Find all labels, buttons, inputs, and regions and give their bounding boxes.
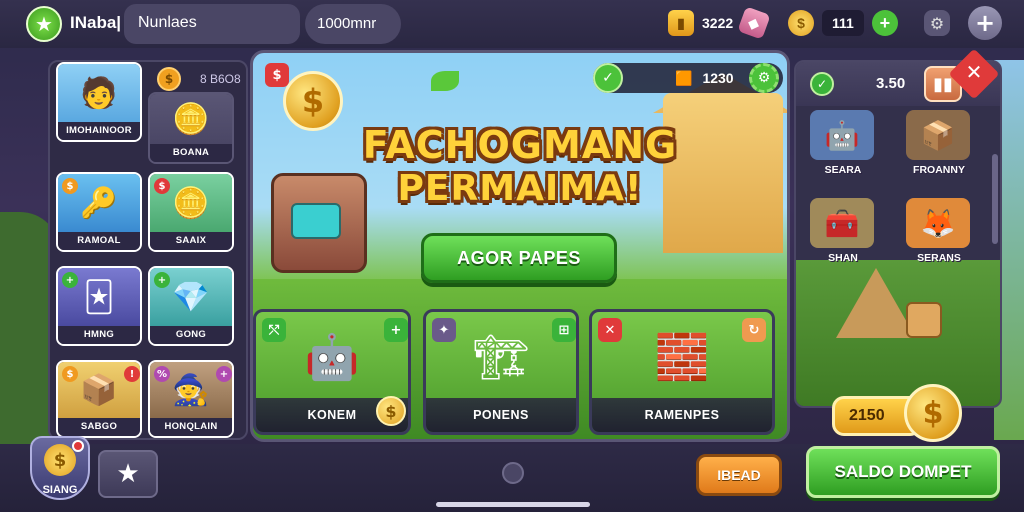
coin-count: 111: [822, 10, 864, 36]
box-illustration: [906, 302, 942, 338]
item-card-label: GONG: [150, 326, 232, 344]
coin-counter: $ 111 +: [788, 8, 898, 38]
item-card-label: SAAIX: [150, 232, 232, 250]
game-title-line-2: PERMAIMA!: [397, 168, 643, 209]
check-icon[interactable]: ✓: [810, 72, 834, 96]
star-icon[interactable]: ★: [26, 6, 62, 42]
item-card[interactable]: 🔑 $ RAMOAL: [56, 172, 142, 252]
item-card-label: HMNG: [58, 326, 140, 344]
coin-icon: $: [376, 396, 406, 426]
shop-item-label: SEARA: [824, 164, 862, 176]
shop-item-label: FROANNY: [913, 164, 965, 176]
item-card-label: BOANA: [150, 144, 232, 162]
robot-icon: 🤖: [810, 110, 874, 160]
coin-icon: $: [788, 10, 814, 36]
scrollbar[interactable]: [992, 154, 998, 244]
item-card[interactable]: 🧑 IMOHAINOOR: [56, 62, 142, 142]
gem-counter: ▮ 3222 ◆: [668, 6, 771, 40]
refresh-icon: ↻: [742, 318, 766, 342]
gold-bar-icon: ▮: [668, 10, 694, 36]
badge-icon: ⤲: [262, 318, 286, 342]
feature-card[interactable]: 🧱 ✕ ↻ RAMENPES: [589, 309, 775, 435]
player-name: INaba|: [70, 13, 122, 32]
character-avatar-icon: 🧑: [58, 64, 140, 122]
right-panel-value: 3.50: [876, 75, 906, 92]
play-button[interactable]: AGOR PAPES: [421, 233, 617, 283]
orange-action-button[interactable]: IBEAD: [696, 454, 782, 496]
plus-badge-icon: +: [384, 318, 408, 342]
badge-icon: $: [62, 366, 78, 382]
coins-pile-icon: 🪙: [150, 94, 232, 144]
check-icon[interactable]: ✓: [593, 63, 623, 93]
tent-illustration: [836, 268, 916, 338]
crate-icon: 📦: [906, 110, 970, 160]
name-field[interactable]: Nunlaes: [124, 4, 300, 44]
item-card[interactable]: 🃏 + HMNG: [56, 266, 142, 346]
feature-card-label: PONENS: [426, 398, 576, 432]
gem-icon: ◆: [737, 6, 771, 40]
settings-gear-icon[interactable]: ⚙: [924, 10, 950, 36]
gem-count: 3222: [702, 15, 734, 31]
settings-gear-icon[interactable]: ⚙: [749, 63, 779, 93]
badge-icon: ⊞: [552, 318, 576, 342]
add-button[interactable]: +: [968, 6, 1002, 40]
dollar-badge-icon: $: [265, 63, 289, 87]
badge-icon: ✕: [598, 318, 622, 342]
left-panel-value: 8 B6O8: [200, 72, 241, 86]
badge-icon: +: [62, 272, 78, 288]
close-icon: ✕: [965, 60, 983, 84]
chest-icon: 🧰: [810, 198, 874, 248]
badge-icon: %: [154, 366, 170, 382]
gold-bar-icon: 🟧: [675, 69, 693, 86]
game-title-line-1: FACHOGMANG: [362, 123, 678, 167]
shop-item[interactable]: 🤖 SEARA: [800, 106, 886, 192]
item-card[interactable]: 📦 $ ! SABGO: [56, 360, 142, 438]
badge-icon: $: [154, 178, 170, 194]
leaf-icon: [431, 71, 459, 91]
badge-icon: $: [62, 178, 78, 194]
big-coin-icon: $: [904, 384, 962, 442]
home-button[interactable]: [502, 462, 524, 484]
shop-item-label: SERANS: [917, 252, 961, 264]
coin-icon: $: [157, 67, 181, 91]
wallet-balance-button[interactable]: SALDO DOMPET: [806, 446, 1000, 498]
home-indicator[interactable]: [436, 502, 590, 507]
item-card[interactable]: 💎 + GONG: [148, 266, 234, 346]
shop-item-label: SHAN: [828, 252, 858, 264]
main-panel: $ $ 🟧 1230 ✓ ⚙ FACHOGMANG PERMAIMA! AGOR…: [250, 50, 790, 442]
shield-label: SIANG: [42, 484, 78, 496]
right-panel: ✓ 3.50 ▮▮ 🤖 SEARA 📦 FROANNY 🧰 SHAN 🦊 SER…: [794, 60, 1002, 408]
big-coin-icon: $: [283, 71, 343, 131]
notification-dot: [72, 440, 84, 452]
badge-icon: +: [216, 366, 232, 382]
favorites-star-icon[interactable]: ★: [98, 450, 158, 498]
feature-card[interactable]: 🏗 ✦ ⊞ PONENS: [423, 309, 579, 435]
badge-icon: !: [124, 366, 140, 382]
item-card-label: RAMOAL: [58, 232, 140, 250]
feature-card-label: RAMENPES: [592, 398, 772, 432]
item-card[interactable]: 🪙 BOANA: [148, 92, 234, 164]
feature-card[interactable]: 🤖 ⤲ + KONEM $: [253, 309, 411, 435]
main-resource-value: 1230: [702, 70, 734, 86]
robot-character-icon: 🦊: [906, 198, 970, 248]
add-coins-button[interactable]: +: [871, 10, 898, 36]
coin-icon: $: [44, 444, 76, 476]
badge-icon: +: [154, 272, 170, 288]
item-card-label: IMOHAINOOR: [58, 122, 140, 140]
item-card-label: HONQLAIN: [150, 418, 232, 436]
score-pill: 1000mnr: [305, 4, 401, 44]
shop-item[interactable]: 📦 FROANNY: [896, 106, 982, 192]
badge-icon: ✦: [432, 318, 456, 342]
item-card-label: SABGO: [58, 418, 140, 436]
item-card[interactable]: 🪙 $ SAAIX: [148, 172, 234, 252]
item-card[interactable]: 🧙 % + HONQLAIN: [148, 360, 234, 438]
